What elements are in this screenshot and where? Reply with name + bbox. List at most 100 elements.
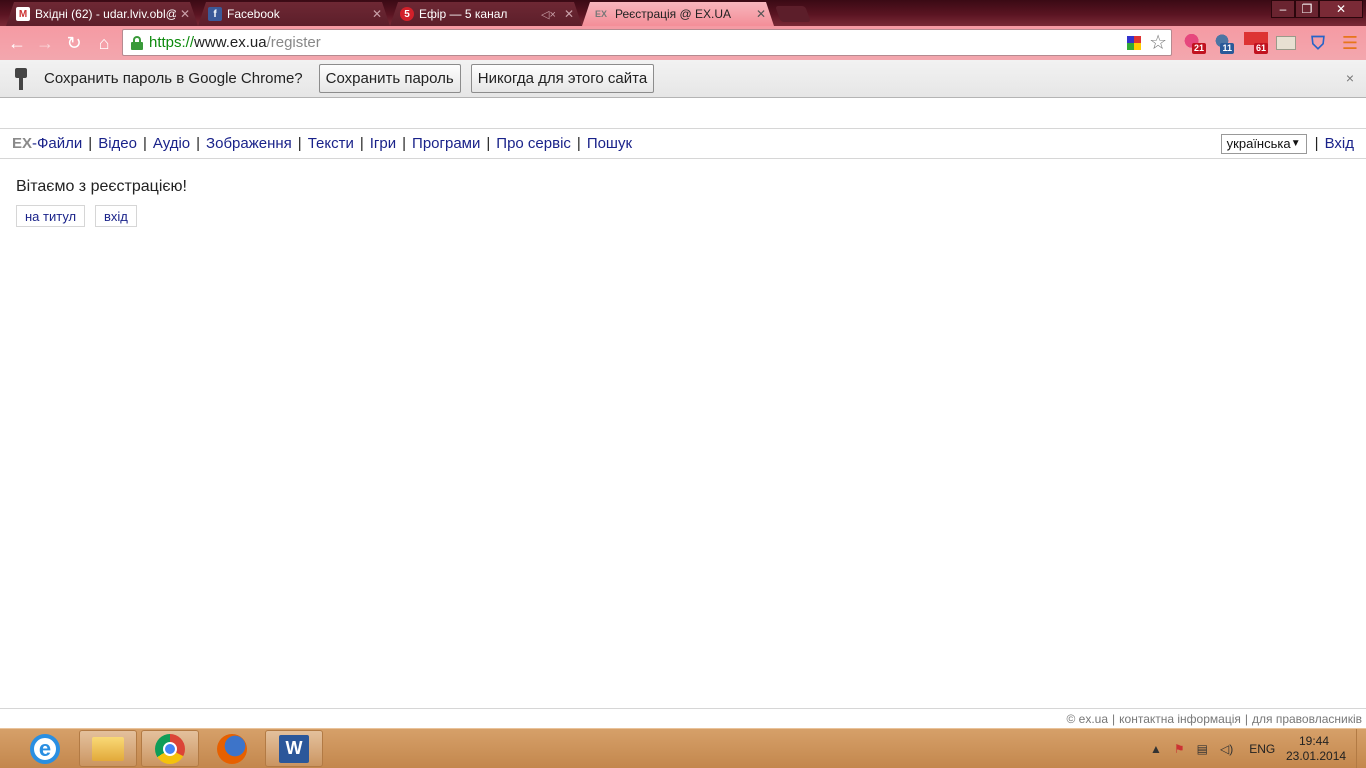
word-icon: W: [279, 734, 309, 763]
forward-arrow-icon[interactable]: →: [33, 32, 57, 54]
channel5-icon: 5: [400, 7, 414, 21]
nav-link-search[interactable]: Пошук: [587, 135, 632, 152]
chrome-icon: [155, 733, 185, 764]
tab-close-icon[interactable]: ✕: [756, 7, 766, 21]
gmail-icon: M: [16, 7, 30, 21]
system-clock[interactable]: 19:44 23.01.2014: [1286, 734, 1347, 764]
tab-close-icon[interactable]: ✕: [180, 7, 190, 21]
tab-close-icon[interactable]: ✕: [564, 7, 574, 21]
network-icon[interactable]: ▤: [1197, 742, 1208, 756]
tab-close-icon[interactable]: ✕: [372, 7, 382, 21]
footer-separator: |: [1244, 711, 1248, 726]
footer-rightsholders-link[interactable]: для правовласників: [1252, 712, 1362, 726]
nav-link-programs[interactable]: Програми: [412, 135, 480, 152]
nav-link-images[interactable]: Зображення: [206, 135, 292, 152]
window-maximize-button[interactable]: ❐: [1295, 0, 1319, 18]
tab-exua[interactable]: EX Реєстрація @ EX.UA ✕: [582, 2, 774, 26]
nav-separator: |: [359, 135, 364, 152]
key-icon: [14, 67, 28, 90]
tab-title: Ефір — 5 канал: [419, 7, 508, 21]
footer-separator: |: [1112, 711, 1116, 726]
system-tray: ▲ ⚑ ▤ ◁) ENG: [1144, 729, 1275, 768]
infobar-close-icon[interactable]: ×: [1346, 70, 1354, 86]
nav-link-audio[interactable]: Аудіо: [153, 135, 190, 152]
exua-icon: EX: [594, 9, 607, 19]
nav-separator: |: [576, 135, 581, 152]
browser-toolbar: ← → ↻ ⌂ https:// www.ex.ua /register ☆ 2…: [0, 26, 1366, 60]
extension-gmail-icon[interactable]: 61: [1244, 32, 1268, 54]
nav-separator: |: [486, 135, 491, 152]
tab-title: Реєстрація @ EX.UA: [615, 7, 732, 21]
footer-copyright[interactable]: © ex.ua: [1067, 712, 1109, 726]
action-center-icon[interactable]: ⚑: [1174, 742, 1185, 756]
extension-shield-icon[interactable]: ⛉: [1306, 32, 1330, 54]
nav-link-about[interactable]: Про сервіс: [496, 135, 571, 152]
exua-logo[interactable]: EX: [12, 135, 32, 152]
firefox-icon: [217, 733, 247, 764]
clock-time: 19:44: [1298, 734, 1330, 748]
extension-ticket-icon[interactable]: [1276, 36, 1296, 50]
tab-gmail[interactable]: M Вхідні (62) - udar.lviv.obl@ ✕: [6, 2, 198, 26]
dropdown-arrow-icon: ▼: [1290, 138, 1301, 149]
window-minimize-button[interactable]: ‒: [1271, 0, 1295, 18]
tab-facebook[interactable]: f Facebook ✕: [198, 2, 390, 26]
nav-separator: |: [297, 135, 302, 152]
footer-contact-link[interactable]: контактна інформація: [1119, 712, 1241, 726]
nav-separator: |: [142, 135, 147, 152]
nav-separator: |: [88, 135, 93, 152]
welcome-message: Вітаємо з реєстрацією!: [16, 178, 187, 195]
extension-badge: 21: [1191, 43, 1206, 54]
taskbar-ie[interactable]: e: [16, 730, 74, 767]
window-close-button[interactable]: ✕: [1319, 0, 1363, 18]
nav-link-games[interactable]: Ігри: [370, 135, 396, 152]
tab-title: Вхідні (62) - udar.lviv.obl@: [35, 7, 176, 21]
extension-badge: 11: [1220, 43, 1234, 54]
tab-channel5[interactable]: 5 Ефір — 5 канал ◁× ✕: [390, 2, 582, 26]
clock-date: 23.01.2014: [1286, 749, 1347, 763]
windows-taskbar: e W ▲ ⚑ ▤ ◁) ENG 19:44 23.01.2014: [0, 728, 1366, 768]
show-desktop-button[interactable]: [1356, 729, 1366, 768]
taskbar-firefox[interactable]: [203, 730, 261, 767]
site-footer: © ex.ua | контактна інформація | для пра…: [0, 708, 1366, 728]
volume-icon[interactable]: ◁): [1220, 742, 1233, 756]
never-for-site-button[interactable]: Никогда для этого сайта: [470, 64, 655, 93]
tab-strip: M Вхідні (62) - udar.lviv.obl@ ✕ f Faceb…: [0, 0, 1366, 26]
new-tab-button[interactable]: [775, 6, 811, 22]
language-select[interactable]: українська ▼: [1220, 133, 1307, 154]
url-path: /register: [266, 34, 321, 51]
reload-icon[interactable]: ↻: [62, 32, 86, 54]
taskbar-explorer[interactable]: [79, 730, 137, 767]
login-page-button[interactable]: вхід: [95, 205, 137, 227]
chrome-menu-icon[interactable]: ☰: [1338, 32, 1362, 54]
tray-expand-icon[interactable]: ▲: [1150, 742, 1162, 756]
home-icon[interactable]: ⌂: [92, 32, 116, 54]
nav-separator: |: [196, 135, 201, 152]
extension-vk-icon[interactable]: 11: [1210, 32, 1234, 54]
extension-cube-icon[interactable]: [1127, 35, 1142, 50]
folder-icon: [92, 736, 124, 761]
lock-icon[interactable]: [131, 35, 143, 50]
extension-gear-icon[interactable]: 21: [1182, 32, 1206, 54]
extension-badge: 61: [1253, 43, 1268, 54]
taskbar-chrome[interactable]: [141, 730, 199, 767]
bookmark-star-icon[interactable]: ☆: [1149, 33, 1167, 53]
infobar-message: Сохранить пароль в Google Chrome?: [44, 70, 303, 87]
nav-separator: |: [1314, 135, 1319, 152]
input-language[interactable]: ENG: [1249, 742, 1275, 756]
nav-link-texts[interactable]: Тексти: [308, 135, 354, 152]
language-selected-value: українська: [1226, 136, 1291, 151]
save-password-button[interactable]: Сохранить пароль: [318, 64, 461, 93]
site-nav-bar: EX -Файли | Відео | Аудіо | Зображення |…: [0, 128, 1366, 159]
facebook-icon: f: [208, 7, 222, 21]
url-scheme: https://: [149, 34, 195, 51]
speaker-muted-icon: ◁×: [541, 8, 556, 21]
url-host: www.ex.ua: [194, 34, 267, 51]
nav-separator: |: [402, 135, 407, 152]
login-link[interactable]: Вхід: [1325, 135, 1354, 152]
address-bar[interactable]: https:// www.ex.ua /register ☆: [122, 29, 1172, 56]
nav-link-video[interactable]: Відео: [98, 135, 137, 152]
back-arrow-icon[interactable]: ←: [5, 32, 29, 54]
nav-link-files[interactable]: -Файли: [32, 135, 82, 152]
taskbar-word[interactable]: W: [265, 730, 323, 767]
home-page-button[interactable]: на титул: [16, 205, 86, 227]
